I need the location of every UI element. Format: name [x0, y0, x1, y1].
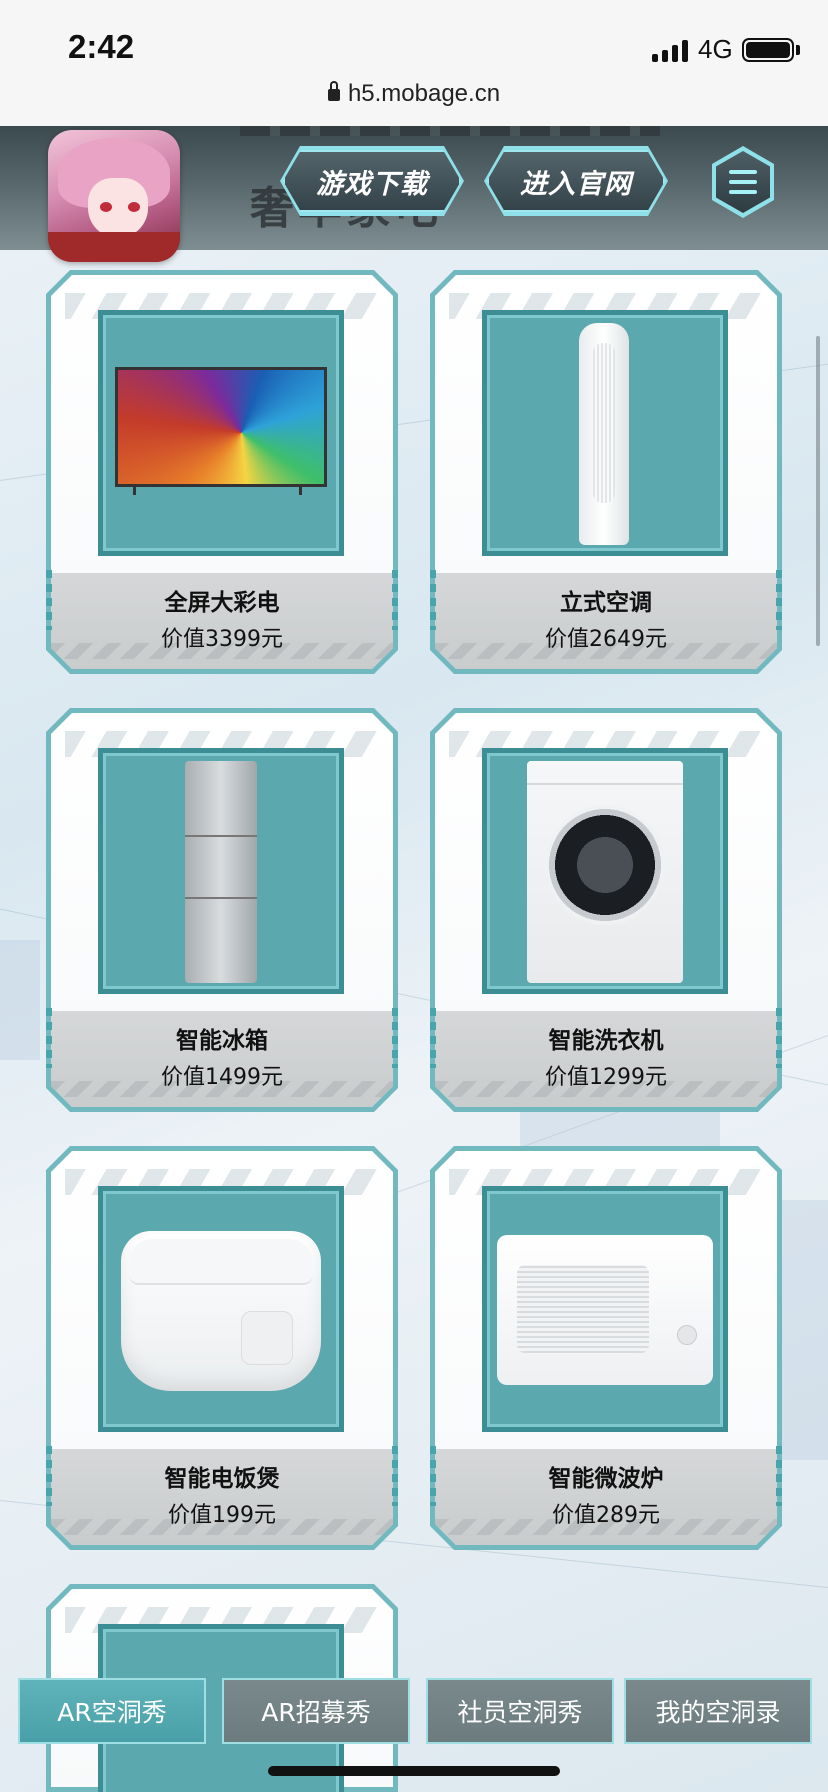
product-value: 价值2649元 — [545, 627, 667, 652]
battery-icon — [742, 38, 794, 62]
microwave-image — [482, 1186, 728, 1432]
product-name: 智能冰箱 — [176, 1028, 268, 1054]
tab-my-records[interactable]: 我的空洞录 — [624, 1678, 812, 1744]
product-caption: 全屏大彩电 价值3399元 — [51, 573, 393, 669]
official-site-button[interactable]: 进入官网 — [487, 150, 665, 212]
home-indicator — [268, 1766, 560, 1776]
product-caption: 智能电饭煲 价值199元 — [51, 1449, 393, 1545]
product-name: 智能电饭煲 — [164, 1466, 280, 1492]
product-value: 价值1499元 — [161, 1065, 283, 1090]
product-caption: 智能洗衣机 价值1299元 — [435, 1011, 777, 1107]
download-game-button[interactable]: 游戏下载 — [283, 150, 461, 212]
product-card[interactable]: 智能电饭煲 价值199元 — [46, 1146, 398, 1550]
product-caption: 智能微波炉 价值289元 — [435, 1449, 777, 1545]
product-caption: 智能冰箱 价值1499元 — [51, 1011, 393, 1107]
product-value: 价值1299元 — [545, 1065, 667, 1090]
game-app-icon[interactable] — [48, 130, 180, 262]
product-value: 价值3399元 — [161, 627, 283, 652]
status-bar: 2:42 4G h5.mobage.cn — [0, 0, 828, 126]
product-card[interactable]: 立式空调 价值2649元 — [430, 270, 782, 674]
product-card[interactable]: 智能冰箱 价值1499元 — [46, 708, 398, 1112]
product-value: 价值289元 — [552, 1503, 660, 1528]
tab-member-show[interactable]: 社员空洞秀 — [426, 1678, 614, 1744]
product-name: 智能洗衣机 — [548, 1028, 664, 1054]
product-value: 价值199元 — [168, 1503, 276, 1528]
network-type: 4G — [698, 34, 733, 64]
battery-tip — [796, 45, 800, 55]
fridge-image — [98, 748, 344, 994]
status-time: 2:42 — [68, 28, 135, 65]
rice-cooker-image — [98, 1186, 344, 1432]
banner-decoration — [240, 126, 660, 136]
product-name: 智能微波炉 — [548, 1466, 664, 1492]
tv-image — [98, 310, 344, 556]
address-bar[interactable]: h5.mobage.cn — [0, 80, 828, 108]
product-card[interactable]: 智能洗衣机 价值1299元 — [430, 708, 782, 1112]
url-text: h5.mobage.cn — [347, 80, 501, 107]
signal-icon — [652, 38, 688, 62]
washing-machine-image — [482, 748, 728, 994]
product-caption: 立式空调 价值2649元 — [435, 573, 777, 669]
lock-icon — [327, 81, 340, 101]
tab-ar-recruit[interactable]: AR招募秀 — [222, 1678, 410, 1744]
tab-ar-show[interactable]: AR空洞秀 — [18, 1678, 206, 1744]
product-card[interactable]: 智能微波炉 价值289元 — [430, 1146, 782, 1550]
product-name: 全屏大彩电 — [164, 590, 280, 616]
air-conditioner-image — [482, 310, 728, 556]
product-card[interactable]: 全屏大彩电 价值3399元 — [46, 270, 398, 674]
scrollbar[interactable] — [816, 336, 820, 646]
product-name: 立式空调 — [560, 590, 652, 616]
